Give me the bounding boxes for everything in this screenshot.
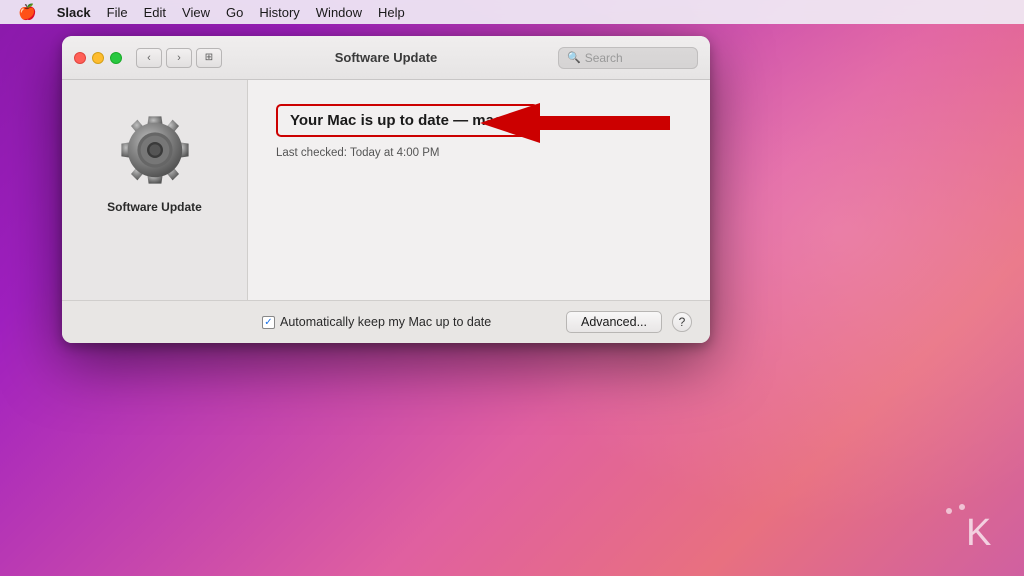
apple-menu[interactable]: 🍎	[10, 0, 49, 24]
menubar-view[interactable]: View	[174, 0, 218, 24]
auto-update-checkbox[interactable]: ✓	[262, 316, 275, 329]
forward-button[interactable]: ›	[166, 48, 192, 68]
bottom-bar: ✓ Automatically keep my Mac up to date A…	[62, 300, 710, 343]
titlebar: ‹ › ⊞ Software Update 🔍 Search	[62, 36, 710, 80]
sidebar-label: Software Update	[107, 200, 202, 214]
menubar-edit[interactable]: Edit	[136, 0, 174, 24]
desktop: 🍎 Slack File Edit View Go History Window…	[0, 0, 1024, 576]
close-button[interactable]	[74, 52, 86, 64]
search-icon: 🔍	[567, 51, 581, 64]
menubar-app-name[interactable]: Slack	[49, 0, 99, 24]
menubar-window[interactable]: Window	[308, 0, 370, 24]
grid-view-button[interactable]: ⊞	[196, 48, 222, 68]
traffic-lights	[74, 52, 122, 64]
maximize-button[interactable]	[110, 52, 122, 64]
search-bar[interactable]: 🔍 Search	[558, 47, 698, 69]
arrow-annotation	[480, 98, 680, 148]
back-button[interactable]: ‹	[136, 48, 162, 68]
menubar-history[interactable]: History	[251, 0, 307, 24]
software-update-window: ‹ › ⊞ Software Update 🔍 Search	[62, 36, 710, 343]
advanced-button[interactable]: Advanced...	[566, 311, 662, 333]
menubar-help[interactable]: Help	[370, 0, 413, 24]
auto-update-text: Automatically keep my Mac up to date	[280, 315, 491, 329]
svg-text:K: K	[966, 512, 991, 549]
auto-update-label[interactable]: ✓ Automatically keep my Mac up to date	[262, 315, 491, 329]
gear-icon	[115, 110, 195, 190]
kinsta-watermark: K	[944, 499, 1004, 556]
menubar-file[interactable]: File	[99, 0, 136, 24]
minimize-button[interactable]	[92, 52, 104, 64]
apple-logo-icon: 🍎	[18, 3, 37, 21]
window-title: Software Update	[335, 50, 438, 65]
search-placeholder: Search	[585, 51, 623, 65]
last-checked-text: Last checked: Today at 4:00 PM	[276, 147, 682, 159]
help-button[interactable]: ?	[672, 312, 692, 332]
menubar: 🍎 Slack File Edit View Go History Window…	[0, 0, 1024, 24]
menubar-go[interactable]: Go	[218, 0, 251, 24]
sidebar: Software Update	[62, 80, 248, 300]
nav-buttons: ‹ ›	[136, 48, 192, 68]
